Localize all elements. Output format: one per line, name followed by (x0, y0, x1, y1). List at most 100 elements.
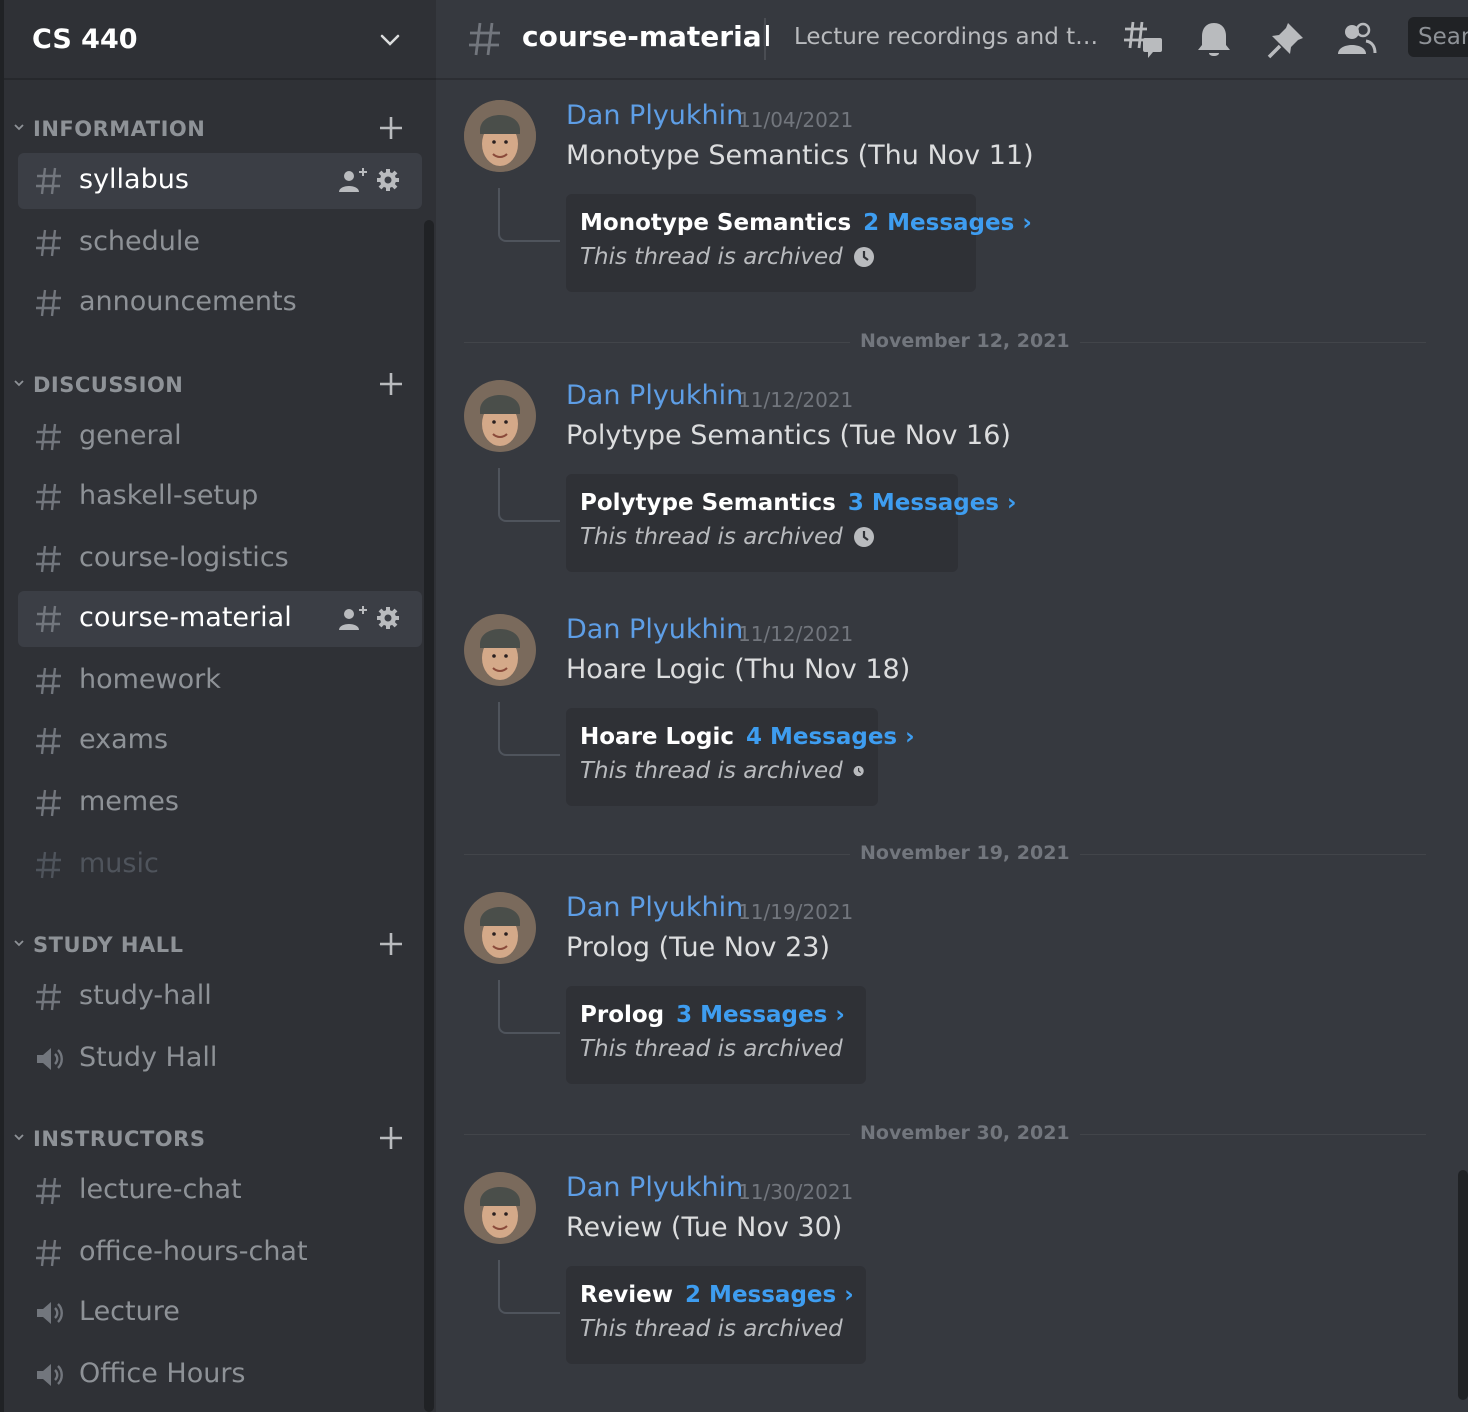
channel-label: homework (79, 664, 221, 695)
category-label: INFORMATION (33, 117, 206, 141)
channel-schedule[interactable]: schedule (18, 215, 422, 271)
threads-icon[interactable] (1122, 18, 1166, 62)
channel-memes[interactable]: memes (18, 775, 422, 831)
channel-title: course-material (522, 20, 772, 53)
thread-card[interactable]: Polytype Semantics 3 Messages › This thre… (566, 474, 1016, 572)
invite-icon[interactable] (338, 605, 368, 631)
thread-status: This thread is archived (580, 524, 843, 550)
clock-icon (853, 247, 874, 267)
avatar[interactable] (464, 100, 536, 172)
date-divider: November 19, 2021 (464, 842, 1426, 866)
message: Dan Plyukhin 11/04/2021 Monotype Semanti… (436, 80, 1436, 292)
channel-general[interactable]: general (18, 409, 422, 465)
hash-icon (36, 851, 61, 879)
channel-study-hall-text[interactable]: study-hall (18, 969, 422, 1025)
search-input[interactable]: Search (1408, 17, 1468, 57)
avatar[interactable] (464, 1172, 536, 1244)
add-channel-icon[interactable] (376, 1123, 406, 1153)
thread-message-count[interactable]: 2 Messages › (863, 210, 1032, 236)
channel-announcements[interactable]: announcements (18, 275, 422, 331)
thread-connector (498, 702, 560, 756)
hash-icon (36, 983, 61, 1011)
avatar[interactable] (464, 380, 536, 452)
message-scrollbar[interactable] (1458, 1170, 1468, 1400)
chevron-down-icon[interactable] (12, 936, 26, 950)
chevron-down-icon[interactable] (378, 28, 402, 52)
channel-label: general (79, 420, 182, 451)
channel-office-hours-voice[interactable]: Office Hours (18, 1347, 422, 1403)
thread-message-count[interactable]: 3 Messages › (848, 490, 1017, 516)
date-divider: November 30, 2021 (464, 1122, 1426, 1146)
thread-name: Hoare Logic (580, 724, 734, 750)
thread-message-count[interactable]: 2 Messages › (685, 1282, 854, 1308)
thread-card[interactable]: Prolog 3 Messages › This thread is archiv… (566, 986, 866, 1084)
chevron-down-icon[interactable] (12, 1130, 26, 1144)
author-name[interactable]: Dan Plyukhin (566, 614, 743, 645)
add-channel-icon[interactable] (376, 113, 406, 143)
category-label: DISCUSSION (33, 373, 184, 397)
channel-lecture-chat[interactable]: lecture-chat (18, 1163, 422, 1219)
thread-connector (498, 1260, 560, 1314)
author-name[interactable]: Dan Plyukhin (566, 1172, 743, 1203)
channel-label: announcements (79, 286, 297, 317)
thread-message-count[interactable]: 3 Messages › (676, 1002, 845, 1028)
invite-icon[interactable] (338, 167, 368, 193)
channel-music[interactable]: music (18, 837, 422, 893)
author-name[interactable]: Dan Plyukhin (566, 100, 743, 131)
message-content: Monotype Semantics (Thu Nov 11) (566, 140, 1034, 171)
message: Dan Plyukhin 11/12/2021 Hoare Logic (Thu… (436, 594, 1436, 806)
channel-label: Study Hall (79, 1042, 218, 1073)
thread-message-count[interactable]: 4 Messages › (746, 724, 915, 750)
channel-label: Office Hours (79, 1358, 246, 1389)
category-instructors[interactable]: INSTRUCTORS (4, 1118, 424, 1158)
bell-icon[interactable] (1192, 18, 1236, 62)
channel-office-hours-chat[interactable]: office-hours-chat (18, 1225, 422, 1281)
gear-icon[interactable] (376, 606, 400, 630)
channel-exams[interactable]: exams (18, 713, 422, 769)
add-channel-icon[interactable] (376, 929, 406, 959)
channel-lecture-voice[interactable]: Lecture (18, 1285, 422, 1341)
gear-icon[interactable] (376, 168, 400, 192)
channel-label: music (79, 848, 159, 879)
channel-course-logistics[interactable]: course-logistics (18, 531, 422, 587)
category-label: STUDY HALL (33, 933, 184, 957)
chevron-down-icon[interactable] (12, 376, 26, 390)
timestamp: 11/04/2021 (738, 108, 854, 132)
sidebar-scrollbar[interactable] (424, 220, 434, 1412)
thread-card[interactable]: Monotype Semantics 2 Messages › This thre… (566, 194, 1032, 292)
message: Dan Plyukhin 11/19/2021 Prolog (Tue Nov … (436, 872, 1436, 1084)
channel-header: course-material Lecture recordings and t… (436, 0, 1468, 80)
channel-topic[interactable]: Lecture recordings and topi... (794, 24, 1104, 50)
thread-card[interactable]: Review 2 Messages › This thread is archiv… (566, 1266, 866, 1364)
hash-icon (36, 789, 61, 817)
chevron-down-icon[interactable] (12, 120, 26, 134)
pin-icon[interactable] (1264, 18, 1308, 62)
channel-course-material[interactable]: course-material (18, 591, 422, 647)
category-study-hall[interactable]: STUDY HALL (4, 924, 424, 964)
author-name[interactable]: Dan Plyukhin (566, 380, 743, 411)
message-list: Dan Plyukhin 11/04/2021 Monotype Semanti… (436, 80, 1468, 1412)
date-divider: November 12, 2021 (464, 330, 1426, 354)
message-content: Review (Tue Nov 30) (566, 1212, 843, 1243)
avatar[interactable] (464, 892, 536, 964)
category-information[interactable]: INFORMATION (4, 108, 424, 148)
avatar[interactable] (464, 614, 536, 686)
hash-icon (36, 545, 61, 573)
channel-homework[interactable]: homework (18, 653, 422, 709)
category-discussion[interactable]: DISCUSSION (4, 364, 424, 404)
members-icon[interactable] (1334, 18, 1378, 62)
add-channel-icon[interactable] (376, 369, 406, 399)
message: Dan Plyukhin 11/30/2021 Review (Tue Nov … (436, 1152, 1436, 1364)
thread-card[interactable]: Hoare Logic 4 Messages › This thread is a… (566, 708, 915, 806)
channel-study-hall-voice[interactable]: Study Hall (18, 1031, 422, 1087)
channel-haskell-setup[interactable]: haskell-setup (18, 469, 422, 525)
guild-header[interactable]: CS 440 (4, 0, 436, 80)
hash-icon (36, 1177, 61, 1205)
channel-syllabus[interactable]: syllabus (18, 153, 422, 209)
channel-label: memes (79, 786, 179, 817)
thread-status: This thread is archived (580, 244, 843, 270)
channel-sidebar: CS 440 INFORMATION syllabus schedule ann… (0, 0, 436, 1412)
author-name[interactable]: Dan Plyukhin (566, 892, 743, 923)
category-label: INSTRUCTORS (33, 1127, 206, 1151)
hash-icon (36, 423, 61, 451)
